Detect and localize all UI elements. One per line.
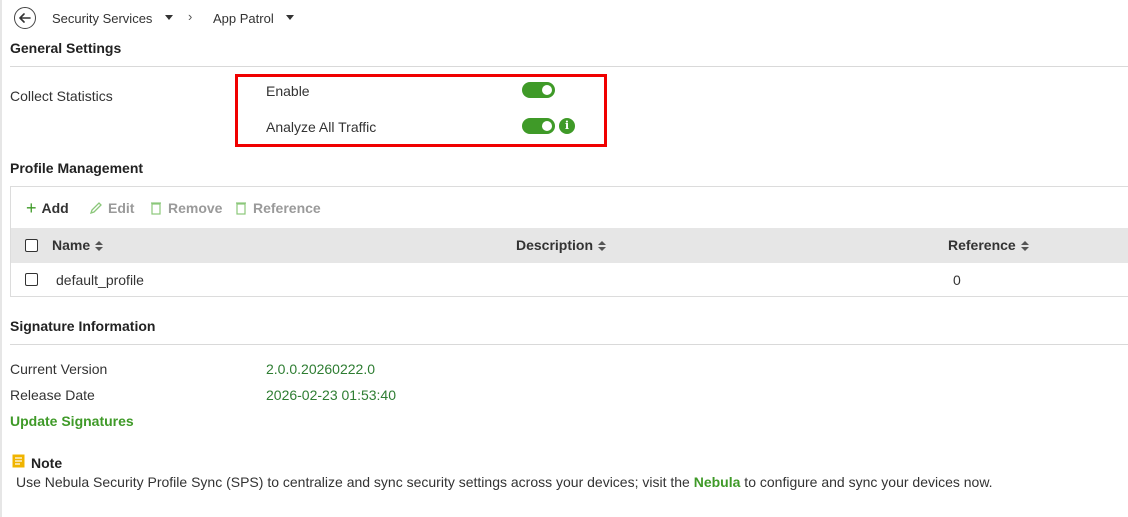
arrow-left-icon xyxy=(19,13,31,23)
row-name[interactable]: default_profile xyxy=(56,272,144,288)
remove-button[interactable]: Remove xyxy=(150,200,222,216)
release-date-label: Release Date xyxy=(10,387,95,403)
current-version-value: 2.0.0.20260222.0 xyxy=(266,361,375,377)
row-checkbox[interactable] xyxy=(25,273,38,286)
add-button[interactable]: + Add xyxy=(26,198,69,218)
note-icon xyxy=(12,454,25,471)
security-services-dropdown-icon[interactable] xyxy=(165,15,173,20)
divider xyxy=(10,344,1128,345)
divider xyxy=(10,66,1128,67)
note-title: Note xyxy=(31,455,63,471)
nebula-link[interactable]: Nebula xyxy=(694,474,741,490)
pencil-icon xyxy=(89,202,102,215)
current-version-label: Current Version xyxy=(10,361,108,377)
breadcrumb-separator-icon: › xyxy=(188,9,193,24)
column-header-reference[interactable]: Reference xyxy=(948,237,1029,253)
plus-icon: + xyxy=(26,198,37,218)
sort-icon[interactable] xyxy=(1020,240,1029,252)
breadcrumb-app-patrol[interactable]: App Patrol xyxy=(213,11,274,26)
note-text-after: to configure and sync your devices now. xyxy=(740,474,993,490)
edit-button[interactable]: Edit xyxy=(89,200,134,216)
reference-icon xyxy=(236,202,246,215)
sort-icon[interactable] xyxy=(95,240,104,252)
update-signatures-link[interactable]: Update Signatures xyxy=(10,413,134,429)
trash-icon xyxy=(151,202,161,215)
signature-information-title: Signature Information xyxy=(10,318,156,334)
release-date-value: 2026-02-23 01:53:40 xyxy=(266,387,396,403)
reference-label: Reference xyxy=(253,200,321,216)
collect-statistics-label: Collect Statistics xyxy=(10,88,113,104)
column-header-name[interactable]: Name xyxy=(52,237,104,253)
column-header-description[interactable]: Description xyxy=(516,237,607,253)
breadcrumb-security-services[interactable]: Security Services xyxy=(52,11,152,26)
row-reference: 0 xyxy=(953,272,961,288)
reference-button[interactable]: Reference xyxy=(235,200,321,216)
left-edge xyxy=(0,0,2,517)
remove-label: Remove xyxy=(168,200,223,216)
edit-label: Edit xyxy=(108,200,135,216)
back-button[interactable] xyxy=(14,7,36,29)
app-patrol-dropdown-icon[interactable] xyxy=(286,15,294,20)
note-text: Use Nebula Security Profile Sync (SPS) t… xyxy=(16,474,993,490)
note-text-before: Use Nebula Security Profile Sync (SPS) t… xyxy=(16,474,694,490)
select-all-checkbox[interactable] xyxy=(25,239,38,252)
highlight-box xyxy=(235,74,607,147)
profile-management-title: Profile Management xyxy=(10,160,144,176)
add-label: Add xyxy=(41,200,69,216)
general-settings-title: General Settings xyxy=(10,40,122,56)
sort-icon[interactable] xyxy=(598,240,607,252)
